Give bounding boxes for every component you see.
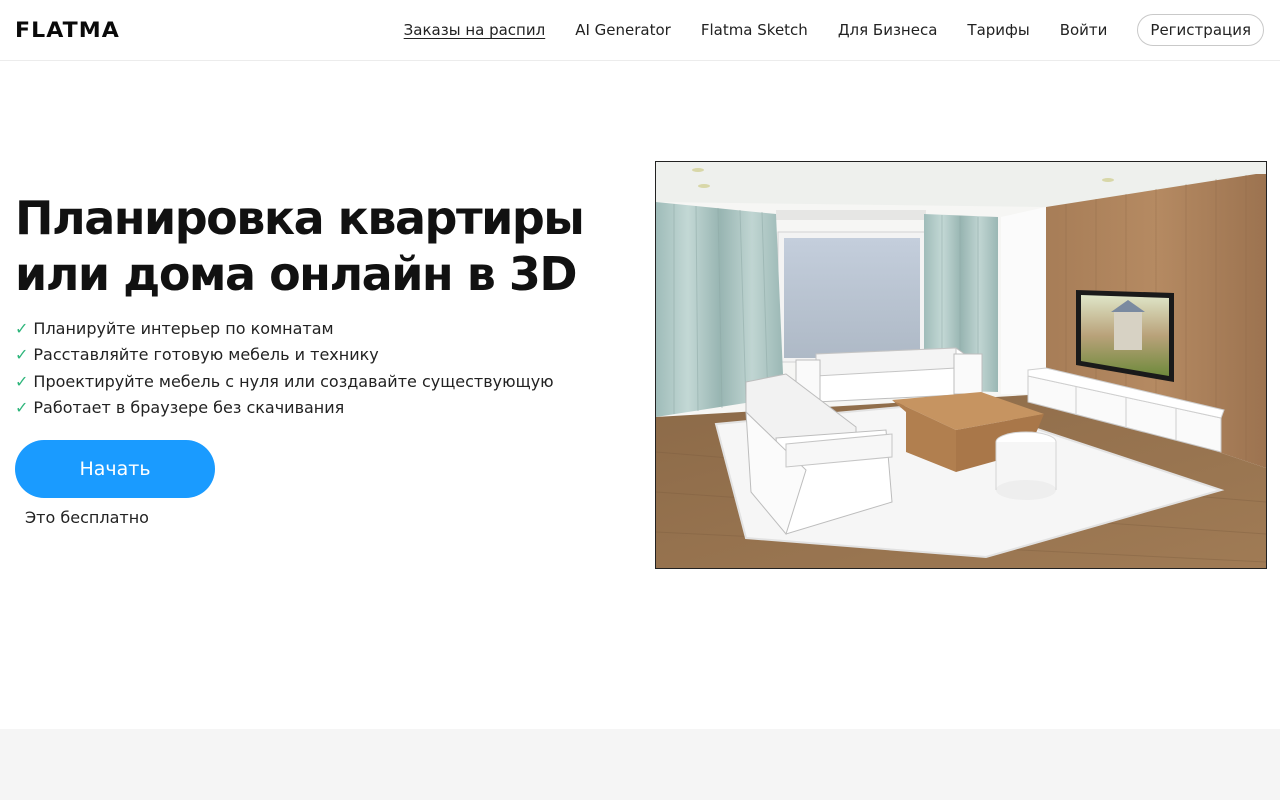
hero-title-line-2: или дома онлайн в 3D: [15, 247, 578, 301]
hero-title-line-1: Планировка квартиры: [15, 191, 585, 245]
feature-item: ✓ Планируйте интерьер по комнатам: [15, 316, 554, 342]
footer-band: [0, 729, 1280, 800]
feature-text: Работает в браузере без скачивания: [33, 397, 345, 417]
start-button[interactable]: Начать: [15, 440, 215, 498]
register-button[interactable]: Регистрация: [1137, 14, 1264, 46]
nav-link-pricing[interactable]: Тарифы: [967, 21, 1029, 39]
feature-item: ✓ Расставляйте готовую мебель и технику: [15, 342, 554, 368]
feature-text: Проектируйте мебель с нуля или создавайт…: [33, 371, 554, 391]
nav-link-ai-generator[interactable]: AI Generator: [575, 21, 671, 39]
room-3d-render: [655, 161, 1267, 569]
check-icon: ✓: [15, 345, 29, 365]
feature-item: ✓ Работает в браузере без скачивания: [15, 395, 554, 421]
nav-link-business[interactable]: Для Бизнеса: [838, 21, 938, 39]
check-icon: ✓: [15, 397, 29, 417]
nav-link-cutting-orders[interactable]: Заказы на распил: [404, 21, 546, 39]
flatma-logo[interactable]: FLATMA: [15, 18, 120, 42]
main-nav: Заказы на распил AI Generator Flatma Ske…: [374, 14, 1264, 46]
nav-link-login[interactable]: Войти: [1060, 21, 1108, 39]
feature-list: ✓ Планируйте интерьер по комнатам ✓ Расста…: [15, 316, 554, 421]
hero-title: Планировка квартиры или дома онлайн в 3D: [15, 190, 635, 302]
nav-link-flatma-sketch[interactable]: Flatma Sketch: [701, 21, 808, 39]
check-icon: ✓: [15, 371, 29, 391]
feature-text: Планируйте интерьер по комнатам: [33, 319, 334, 338]
check-icon: ✓: [15, 319, 29, 338]
site-header: FLATMA Заказы на распил AI Generator Fla…: [0, 0, 1280, 61]
feature-text: Расставляйте готовую мебель и технику: [33, 345, 379, 365]
feature-item: ✓ Проектируйте мебель с нуля или создавай…: [15, 369, 554, 395]
free-note: Это бесплатно: [25, 508, 149, 527]
